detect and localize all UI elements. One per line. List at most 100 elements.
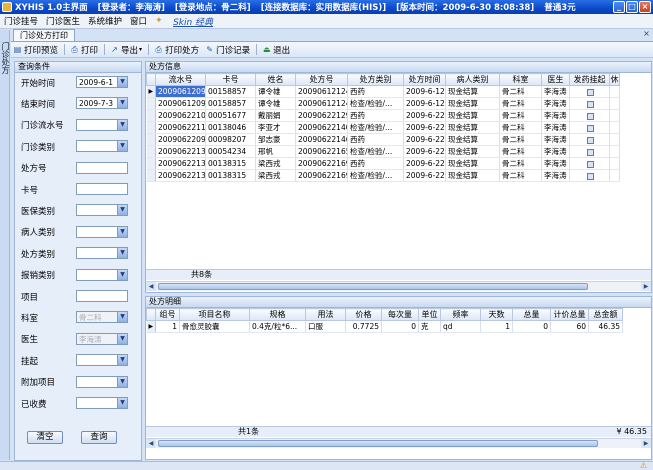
- column-header[interactable]: 计价总量: [550, 308, 589, 321]
- menu-register[interactable]: 门诊挂号: [0, 15, 42, 27]
- query-field-input[interactable]: ▼: [76, 140, 128, 153]
- tab-close-icon[interactable]: ×: [642, 30, 651, 39]
- column-header[interactable]: 处方类别: [347, 73, 404, 86]
- query-field-input[interactable]: [76, 161, 128, 174]
- print-preview-button[interactable]: ▤ 打印预览: [13, 44, 58, 56]
- column-header[interactable]: 医生: [541, 73, 570, 86]
- print-rx-button[interactable]: ⎙ 打印处方: [154, 44, 199, 56]
- skin-link[interactable]: Skin 经典: [173, 15, 213, 28]
- query-field-input[interactable]: ▼: [76, 397, 128, 409]
- chevron-down-icon[interactable]: ▼: [117, 205, 127, 216]
- scroll-thumb[interactable]: [158, 440, 598, 447]
- minimize-button[interactable]: _: [613, 1, 625, 13]
- side-tab[interactable]: 门诊处方: [0, 30, 10, 460]
- table-row[interactable]: 20090622103200051677戴丽娟200906221290西药200…: [146, 109, 620, 122]
- chevron-down-icon[interactable]: ▼: [117, 248, 127, 259]
- column-header[interactable]: 流水号: [155, 73, 206, 86]
- print-button[interactable]: ⎙ 打印: [70, 44, 98, 56]
- column-header[interactable]: 休: [609, 73, 620, 86]
- menu-window[interactable]: 窗口: [126, 15, 151, 27]
- column-header[interactable]: 姓名: [255, 73, 296, 86]
- query-field-input[interactable]: [76, 183, 128, 195]
- column-header[interactable]: 卡号: [205, 73, 256, 86]
- search-button[interactable]: 查询: [81, 431, 117, 444]
- rx-detail-scrollbar[interactable]: ◀ ▶: [146, 438, 651, 448]
- hold-checkbox[interactable]: [587, 148, 594, 156]
- table-row[interactable]: ▶20090612096400158857谭令雄200906121241西药20…: [146, 85, 620, 98]
- warning-icon[interactable]: ⚠: [640, 462, 647, 470]
- chevron-down-icon[interactable]: ▼: [117, 398, 127, 408]
- column-header[interactable]: 病人类别: [445, 73, 500, 86]
- hold-checkbox[interactable]: [587, 160, 594, 168]
- chevron-down-icon[interactable]: ▼: [117, 77, 127, 87]
- query-field-input[interactable]: ▼: [76, 247, 128, 260]
- column-header[interactable]: 单位: [418, 308, 441, 321]
- query-field-input[interactable]: ▼: [76, 354, 128, 367]
- scroll-right-icon[interactable]: ▶: [641, 282, 651, 291]
- hold-checkbox[interactable]: [587, 112, 594, 120]
- clear-button[interactable]: 清空: [27, 431, 63, 444]
- column-header[interactable]: 科室: [499, 73, 542, 86]
- chevron-down-icon[interactable]: ▼: [117, 226, 127, 237]
- column-header[interactable]: 天数: [480, 308, 513, 321]
- query-field-input[interactable]: 2009-6-1 ▼: [76, 76, 128, 88]
- column-header[interactable]: 项目名称: [179, 308, 250, 321]
- table-row[interactable]: ▶ 1 骨愈灵胶囊 0.4克/粒*6... 口服 0.7725 0 克 qd 1 0 60 46.35: [146, 320, 623, 333]
- chevron-down-icon[interactable]: ▼: [117, 376, 127, 387]
- column-header[interactable]: 用法: [305, 308, 346, 321]
- hold-checkbox[interactable]: [587, 124, 594, 132]
- column-header[interactable]: 规格: [249, 308, 306, 321]
- chevron-down-icon[interactable]: ▼: [117, 355, 127, 366]
- scroll-left-icon[interactable]: ◀: [146, 439, 156, 448]
- query-field-input[interactable]: ▼: [76, 375, 128, 388]
- scroll-left-icon[interactable]: ◀: [146, 282, 156, 291]
- table-row[interactable]: 20090622097700098207邹志豪200906221469西药200…: [146, 133, 620, 146]
- close-button[interactable]: ×: [639, 1, 651, 13]
- column-header[interactable]: 发药挂起: [569, 73, 610, 86]
- chevron-down-icon[interactable]: ▼: [117, 141, 127, 152]
- column-header[interactable]: 频率: [440, 308, 481, 321]
- column-header[interactable]: 总金额: [588, 308, 623, 321]
- column-header[interactable]: 价格: [345, 308, 382, 321]
- query-field-input[interactable]: ▼: [76, 225, 128, 238]
- export-button[interactable]: ↗ 导出 ▾: [110, 44, 142, 56]
- hold-checkbox[interactable]: [587, 88, 594, 96]
- query-field-input[interactable]: [76, 290, 128, 302]
- chevron-down-icon[interactable]: ▼: [117, 269, 127, 280]
- query-field-input[interactable]: ▼: [76, 268, 128, 281]
- scroll-right-icon[interactable]: ▶: [641, 439, 651, 448]
- table-row[interactable]: 20090622133400138315梁西戎200906221694检查/检验…: [146, 169, 620, 182]
- chevron-down-icon[interactable]: ▼: [117, 333, 127, 344]
- rx-info-count: 共8条: [191, 270, 213, 279]
- hold-checkbox[interactable]: [587, 172, 594, 180]
- chevron-down-icon[interactable]: ▼: [117, 98, 127, 109]
- hold-checkbox[interactable]: [587, 100, 594, 108]
- query-field-input[interactable]: ▼: [76, 118, 128, 131]
- exit-button[interactable]: ⏏ 退出: [262, 44, 290, 56]
- scroll-thumb[interactable]: [158, 283, 588, 290]
- table-row[interactable]: 20090612096400158857谭令雄200906121242检查/检验…: [146, 97, 620, 110]
- table-cell: 200906221032: [155, 109, 206, 122]
- query-field-input[interactable]: 2009-7-3 ▼: [76, 97, 128, 110]
- rx-info-scrollbar[interactable]: ◀ ▶: [146, 281, 651, 291]
- maximize-button[interactable]: □: [626, 1, 638, 13]
- query-field-input[interactable]: ▼: [76, 204, 128, 217]
- chevron-down-icon[interactable]: ▼: [117, 119, 127, 130]
- puzzle-icon[interactable]: ✦: [155, 16, 165, 26]
- column-header[interactable]: 处方号: [295, 73, 348, 86]
- table-row[interactable]: 20090622133400138315梁西戎200906221693西药200…: [146, 157, 620, 170]
- column-header[interactable]: 处方时间: [403, 73, 446, 86]
- table-row[interactable]: 20090622131200054234邢帆200906221653检查/检验/…: [146, 145, 620, 158]
- column-header[interactable]: 每次量: [381, 308, 419, 321]
- hold-checkbox[interactable]: [587, 136, 594, 144]
- chevron-down-icon[interactable]: ▼: [117, 312, 127, 323]
- column-header[interactable]: 组号: [155, 308, 180, 321]
- toolbar-divider: [104, 44, 106, 55]
- menu-system[interactable]: 系统维护: [84, 15, 126, 27]
- table-row[interactable]: 20090622114700138046李亚才200906221405检查/检验…: [146, 121, 620, 134]
- tab-rx-print[interactable]: 门诊处方打印: [13, 29, 75, 41]
- column-header[interactable]: 总量: [512, 308, 551, 321]
- clinic-record-button[interactable]: ✎ 门诊记录: [205, 44, 250, 56]
- table-cell: 梁西戎: [255, 157, 296, 170]
- menu-doctor[interactable]: 门诊医生: [42, 15, 84, 27]
